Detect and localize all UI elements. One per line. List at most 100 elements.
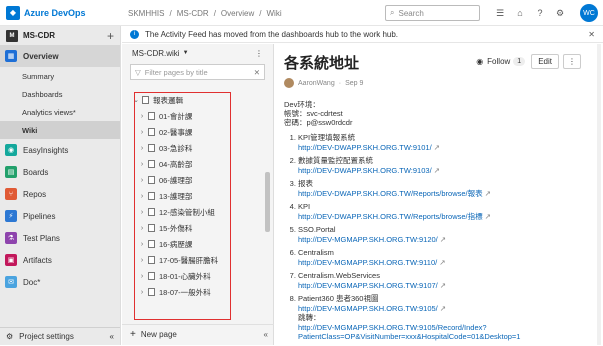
- list-item: KPI管理填報系統http://DEV-DWAPP.SKH.ORG.TW:910…: [298, 133, 584, 152]
- content-scrollbar[interactable]: [597, 44, 601, 345]
- banner-text: The Activity Feed has moved from the das…: [145, 29, 399, 39]
- brand-name[interactable]: Azure DevOps: [24, 8, 86, 18]
- breadcrumb-wiki[interactable]: Wiki: [267, 9, 282, 18]
- system-link[interactable]: http://DEV-DWAPP.SKH.ORG.TW:9101/: [298, 143, 432, 152]
- test-plans-icon: ⚗: [5, 232, 17, 244]
- system-link[interactable]: http://DEV-MGMAPP.SKH.ORG.TW:9110/: [298, 258, 437, 267]
- azure-devops-logo-icon[interactable]: ◆: [6, 5, 20, 20]
- search-box[interactable]: ⌕ Search: [385, 5, 480, 21]
- redirect-link[interactable]: http://DEV-MGMAPP.SKH.ORG.TW:9105/Record…: [298, 323, 520, 342]
- nav-analytics-views[interactable]: Analytics views*: [0, 103, 120, 121]
- external-link-icon: ↗: [484, 188, 492, 198]
- help-icon[interactable]: ?: [530, 8, 550, 18]
- left-navigation: M MS-CDR + ▦ Overview Summary Dashboards…: [0, 26, 121, 345]
- list-item: Patient360 患者360視圖http://DEV-MGMAPP.SKH.…: [298, 294, 584, 342]
- more-options-icon[interactable]: ⋮: [255, 49, 263, 58]
- project-settings[interactable]: ⚙ Project settings «: [0, 327, 120, 345]
- overview-icon: ▦: [5, 50, 17, 62]
- info-icon: i: [130, 29, 139, 39]
- filter-placeholder: Filter pages by title: [144, 67, 208, 77]
- boards-icon: ▤: [5, 166, 17, 178]
- insights-icon: ◉: [5, 144, 17, 156]
- artifacts-icon: ▣: [5, 254, 17, 266]
- follow-button[interactable]: Follow: [487, 57, 510, 66]
- nav-summary[interactable]: Summary: [0, 67, 120, 85]
- page-author-line: AaronWang · Sep 9: [284, 78, 363, 88]
- system-title: 數據質量監控配置系統: [298, 156, 373, 165]
- system-link[interactable]: http://DEV-DWAPP.SKH.ORG.TW/Reports/brow…: [298, 212, 483, 221]
- redirect-label: 跳轉：: [298, 313, 321, 322]
- pipelines-icon: ⚡: [5, 210, 17, 222]
- top-icons: ☰ ⌂ ? ⚙: [490, 0, 570, 26]
- nav-repos[interactable]: ⑂ Repos: [0, 183, 120, 205]
- project-initial-icon: M: [6, 29, 18, 42]
- page-title: 各系統地址: [284, 55, 360, 72]
- repos-icon: ⑂: [5, 188, 17, 200]
- collapse-nav-icon[interactable]: «: [110, 332, 114, 341]
- follow-count-badge: 1: [513, 57, 526, 66]
- system-link[interactable]: http://DEV-MGMAPP.SKH.ORG.TW:9120/: [298, 235, 438, 244]
- highlight-annotation-box: [134, 92, 231, 320]
- tree-scrollbar[interactable]: [265, 172, 270, 232]
- nav-pipelines[interactable]: ⚡ Pipelines: [0, 205, 120, 227]
- nav-label: Dashboards: [22, 89, 63, 99]
- nav-doc[interactable]: ✉ Doc*: [0, 271, 120, 293]
- nav-label: Boards: [23, 167, 49, 177]
- gear-icon: ⚙: [6, 332, 14, 341]
- system-title: KPI: [298, 202, 311, 211]
- clear-filter-icon[interactable]: ✕: [254, 68, 260, 77]
- system-link[interactable]: http://DEV-DWAPP.SKH.ORG.TW:9103/: [298, 166, 432, 175]
- breadcrumb-project[interactable]: MS-CDR: [177, 9, 209, 18]
- user-avatar[interactable]: WC: [580, 4, 598, 22]
- author-name[interactable]: AaronWang: [298, 80, 335, 87]
- nav-dashboards[interactable]: Dashboards: [0, 85, 120, 103]
- page-body: Dev环境： 帳號：svc-cdrtest 密碼：p@ssw0rdcdr KPI…: [284, 100, 584, 346]
- nav-label: Repos: [23, 189, 47, 199]
- list-item: SSO.Portalhttp://DEV-MGMAPP.SKH.ORG.TW:9…: [298, 225, 584, 244]
- filter-pages-input[interactable]: ▽ Filter pages by title ✕: [130, 64, 265, 80]
- system-title: SSO.Portal: [298, 225, 336, 234]
- nav-easyinsights[interactable]: ◉ EasyInsights: [0, 139, 120, 161]
- activity-feed-banner: i The Activity Feed has moved from the d…: [122, 26, 603, 43]
- new-page-label: New page: [140, 330, 177, 339]
- new-page-button[interactable]: + New page «: [122, 324, 274, 344]
- system-title: KPI管理填報系統: [298, 133, 356, 142]
- external-link-icon: ↗: [433, 142, 441, 152]
- project-name: MS-CDR: [23, 31, 55, 40]
- list-item: KPIhttp://DEV-DWAPP.SKH.ORG.TW/Reports/b…: [298, 202, 584, 221]
- wiki-page-content: 各系統地址 AaronWang · Sep 9 ◉ Follow 1 Edit …: [284, 44, 603, 345]
- chevron-down-icon: ▼: [182, 50, 189, 56]
- system-title: 报表: [298, 179, 313, 188]
- search-placeholder: Search: [398, 8, 424, 18]
- breadcrumb-org[interactable]: SKMHHIS: [128, 9, 164, 18]
- env-line: 密碼：p@ssw0rdcdr: [284, 118, 353, 127]
- nav-overview[interactable]: ▦ Overview: [0, 45, 120, 67]
- nav-artifacts[interactable]: ▣ Artifacts: [0, 249, 120, 271]
- nav-label: Analytics views*: [22, 107, 76, 117]
- wiki-selector[interactable]: MS-CDR.wiki ▼ ⋮: [122, 44, 273, 62]
- external-link-icon: ↗: [433, 165, 441, 175]
- marketplace-icon[interactable]: ⌂: [510, 8, 530, 18]
- user-settings-icon[interactable]: ⚙: [550, 8, 570, 19]
- env-line: Dev环境：: [284, 100, 320, 109]
- list-item: Centralismhttp://DEV-MGMAPP.SKH.ORG.TW:9…: [298, 248, 584, 267]
- system-link[interactable]: http://DEV-DWAPP.SKH.ORG.TW/Reports/brow…: [298, 189, 483, 198]
- system-link[interactable]: http://DEV-MGMAPP.SKH.ORG.TW:9107/: [298, 281, 438, 290]
- breadcrumb-overview[interactable]: Overview: [221, 9, 254, 18]
- close-icon[interactable]: ✕: [588, 30, 595, 39]
- collapse-pane-icon[interactable]: «: [264, 330, 268, 339]
- project-header[interactable]: M MS-CDR +: [0, 26, 120, 45]
- checklist-icon[interactable]: ☰: [490, 8, 510, 19]
- nav-wiki[interactable]: Wiki: [0, 121, 120, 139]
- external-link-icon: ↗: [439, 234, 447, 244]
- nav-label: Wiki: [22, 125, 38, 135]
- separator: ·: [338, 79, 342, 87]
- nav-label: Doc*: [23, 277, 41, 287]
- more-actions-icon[interactable]: ⋮: [563, 54, 581, 69]
- external-link-icon: ↗: [484, 211, 492, 221]
- system-link[interactable]: http://DEV-MGMAPP.SKH.ORG.TW:9105/: [298, 304, 438, 313]
- nav-test-plans[interactable]: ⚗ Test Plans: [0, 227, 120, 249]
- edit-button[interactable]: Edit: [531, 54, 559, 69]
- add-icon[interactable]: +: [107, 29, 114, 43]
- nav-boards[interactable]: ▤ Boards: [0, 161, 120, 183]
